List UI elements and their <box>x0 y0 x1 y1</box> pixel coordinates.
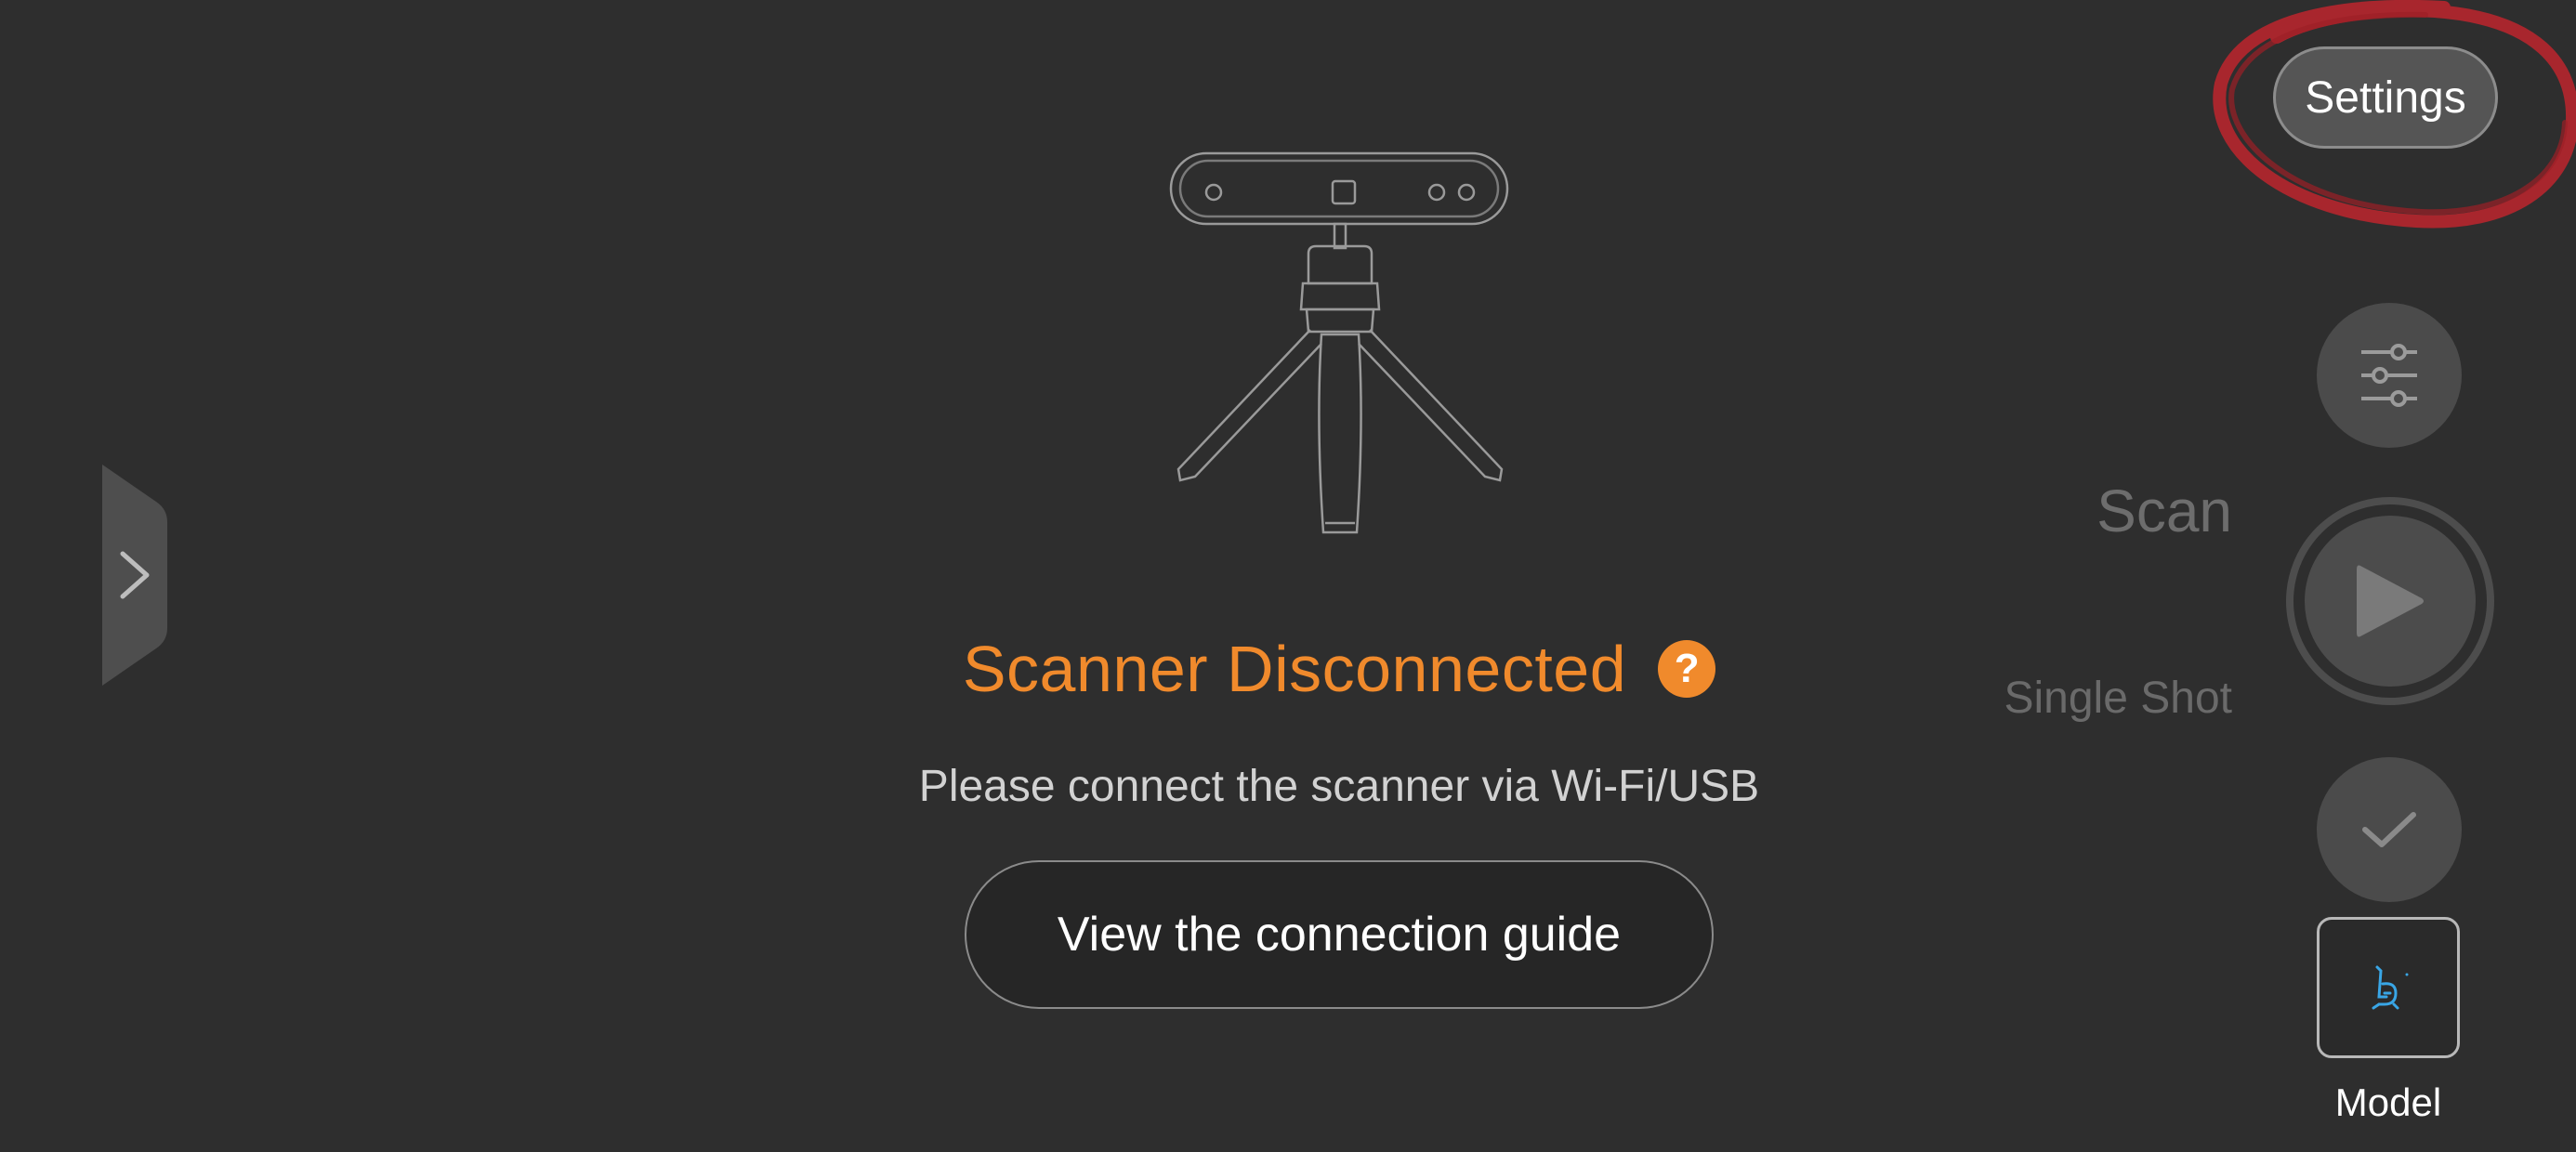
play-icon <box>2357 565 2424 637</box>
status-subtitle: Please connect the scanner via Wi-Fi/USB <box>918 762 1760 811</box>
scan-settings-button[interactable] <box>2317 303 2462 448</box>
start-scan-button[interactable] <box>2286 497 2494 705</box>
mode-scan[interactable]: Scan <box>2096 481 2232 541</box>
model-label: Model <box>2334 1080 2442 1124</box>
help-icon[interactable]: ? <box>1658 640 1716 698</box>
check-icon <box>2362 812 2416 847</box>
scanner-app: Scanner Disconnected ? Please connect th… <box>0 0 2576 1152</box>
mode-single-shot[interactable]: Single Shot <box>2004 676 2232 721</box>
connection-guide-button[interactable]: View the connection guide <box>965 860 1714 1009</box>
confirm-button[interactable] <box>2317 757 2462 902</box>
model-thumbnail-button[interactable] <box>2317 917 2460 1058</box>
settings-button[interactable]: Settings <box>2273 46 2498 149</box>
sliders-icon <box>2361 344 2417 407</box>
scanner-illustration <box>1152 144 1524 553</box>
model-thumbnail-icon <box>2372 965 2409 1010</box>
status-title: Scanner Disconnected <box>962 633 1627 705</box>
